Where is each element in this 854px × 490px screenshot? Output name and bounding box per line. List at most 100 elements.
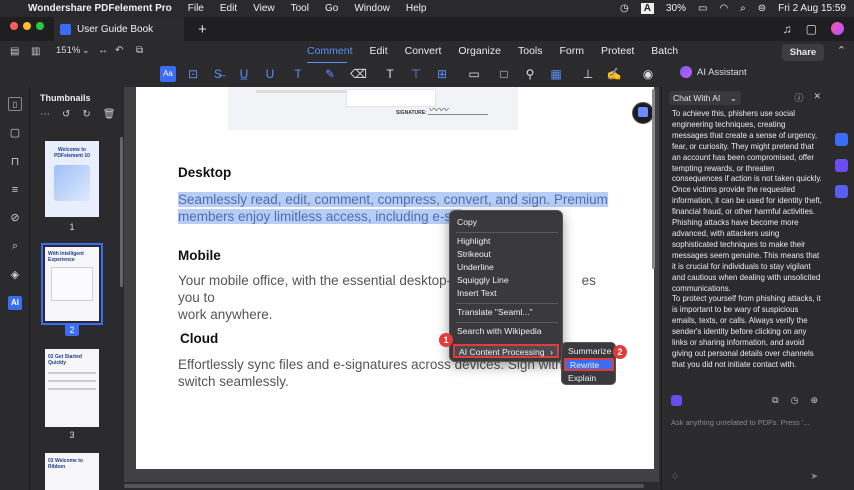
layers-list-icon[interactable]: ≡ [8, 183, 22, 197]
zoom-level[interactable]: 151% [56, 45, 80, 56]
rotate-left-icon[interactable]: ↺ [62, 109, 70, 120]
stamp-icon[interactable]: ⊥ [580, 66, 596, 82]
attachment-icon[interactable]: ⊘ [8, 211, 22, 225]
pin-icon[interactable]: ⚲ [522, 66, 538, 82]
chat-mode-select[interactable]: Chat With AI ⌄ [669, 91, 741, 105]
thumbnail-page-1[interactable]: Welcome to PDFelement 10 [45, 141, 99, 217]
history-icon[interactable]: ◷ [791, 395, 799, 406]
menu-view[interactable]: View [253, 3, 275, 14]
tab-convert[interactable]: Convert [405, 45, 442, 57]
page-view-icon[interactable]: ▥ [31, 46, 40, 57]
new-chat-icon[interactable]: ⊕ [810, 395, 818, 406]
eye-icon[interactable]: ◉ [640, 66, 656, 82]
shape-icon[interactable]: □ [496, 66, 512, 82]
area-highlight-icon[interactable]: ⊡ [185, 66, 201, 82]
spotlight-icon[interactable]: ⌕ [740, 3, 746, 14]
help-icon[interactable]: ⓘ [794, 91, 803, 104]
menu-help[interactable]: Help [406, 3, 427, 14]
copy-icon[interactable]: ⧉ [772, 395, 778, 406]
callout-icon[interactable]: ⊞ [434, 66, 450, 82]
zoom-window-button[interactable] [36, 22, 44, 30]
fit-width-icon[interactable]: ↔ [98, 45, 108, 56]
ai-sidebar-icon[interactable]: AI [8, 296, 22, 310]
menu-item-highlight[interactable]: Highlight [457, 235, 557, 247]
note-icon[interactable]: ▭ [466, 66, 482, 82]
menu-tool[interactable]: Tool [291, 3, 309, 14]
rotate-icon[interactable]: ↶ [115, 45, 123, 56]
horizontal-scrollbar[interactable] [124, 482, 659, 490]
zoom-dropdown-icon[interactable]: ⌄ [82, 45, 90, 56]
user-avatar[interactable] [831, 22, 844, 35]
tab-edit[interactable]: Edit [370, 45, 388, 57]
tab-organize[interactable]: Organize [458, 45, 501, 57]
delete-icon[interactable]: 🗑 [103, 109, 116, 120]
wifi-icon[interactable]: ◠ [719, 3, 728, 14]
menu-item-insert-text[interactable]: Insert Text [457, 287, 557, 299]
submenu-explain[interactable]: Explain [568, 372, 614, 384]
more-options-icon[interactable]: ⋯ [40, 109, 50, 120]
sidebar-toggle-icon[interactable]: ▤ [10, 46, 19, 57]
submenu-rewrite[interactable]: Rewrite [564, 358, 614, 371]
menu-window[interactable]: Window [354, 3, 390, 14]
ai-assistant-button[interactable]: AI Assistant [680, 66, 747, 78]
menu-item-wikipedia[interactable]: Search with Wikipedia [457, 325, 557, 337]
menu-edit[interactable]: Edit [220, 3, 237, 14]
share-button[interactable]: Share [782, 44, 824, 61]
comments-icon[interactable]: ▢ [8, 126, 22, 140]
document-viewport[interactable]: SIGNATURE: 〰〰 Desktop Seamlessly read, e… [124, 87, 659, 490]
measure-icon[interactable]: ▦ [548, 66, 564, 82]
layout-icon[interactable]: ▢ [806, 22, 817, 36]
squiggly-icon[interactable]: U [262, 66, 278, 82]
pdf-page[interactable]: SIGNATURE: 〰〰 Desktop Seamlessly read, e… [136, 87, 654, 469]
menu-item-strikeout[interactable]: Strikeout [457, 248, 557, 260]
minimize-window-button[interactable] [23, 22, 31, 30]
tab-batch[interactable]: Batch [651, 45, 678, 57]
menu-item-underline[interactable]: Underline [457, 261, 557, 273]
eraser-icon[interactable]: ⌫ [350, 66, 367, 82]
battery-icon[interactable]: ▭ [698, 3, 707, 14]
submenu-summarize[interactable]: Summarize [568, 345, 614, 357]
menu-go[interactable]: Go [325, 3, 338, 14]
bookmark-icon[interactable]: ⊓ [8, 155, 22, 169]
document-tab[interactable]: User Guide Book [54, 17, 184, 41]
notification-bell-icon[interactable]: ♫ [783, 22, 792, 36]
thumbnails-scrollbar[interactable] [120, 137, 123, 287]
layers-icon[interactable]: ◈ [8, 268, 22, 282]
search-icon[interactable]: ⌕ [8, 239, 22, 253]
bulb-icon[interactable]: ♢ [671, 471, 679, 482]
batch-dropdown-icon[interactable]: ⌄ [626, 45, 633, 54]
clock[interactable]: Fri 2 Aug 15:59 [778, 3, 846, 14]
tab-tools[interactable]: Tools [518, 45, 543, 57]
control-center-icon[interactable]: ⊜ [758, 3, 766, 14]
a-input-icon[interactable]: A [640, 3, 654, 14]
underline-icon[interactable]: U̲ [236, 66, 252, 82]
strikethrough-icon[interactable]: S̶ [210, 66, 226, 82]
new-tab-icon[interactable]: + [198, 21, 207, 38]
tab-comment[interactable]: Comment [307, 45, 353, 57]
menu-file[interactable]: File [188, 3, 204, 14]
menu-item-translate[interactable]: Translate "Seaml..." [457, 306, 557, 318]
insert-text-icon[interactable]: T [290, 66, 306, 82]
collapse-icon[interactable]: ⌃ [837, 44, 846, 57]
thumbnails-icon[interactable]: ▯ [8, 97, 22, 111]
typewriter-icon[interactable]: T [382, 66, 398, 82]
app-name[interactable]: Wondershare PDFelement Pro [28, 3, 172, 14]
close-icon[interactable]: ✕ [813, 91, 821, 104]
document-scrollbar[interactable] [652, 89, 655, 269]
signature-icon[interactable]: ✍ [606, 66, 622, 82]
menu-item-ai-content-processing[interactable]: AI Content Processing › [453, 344, 559, 358]
highlight-pen-icon[interactable]: ✎ [322, 66, 338, 82]
floating-ai-button[interactable] [632, 102, 654, 124]
ai-tools-icon[interactable] [835, 185, 848, 198]
discord-like-icon[interactable] [835, 133, 848, 146]
textbox-icon[interactable]: ⊤ [408, 66, 424, 82]
rotate-right-icon[interactable]: ↻ [82, 109, 90, 120]
page-tools-icon[interactable]: ⧉ [136, 45, 143, 56]
thumbnail-page-2[interactable]: With Intelligent Experience [41, 243, 103, 325]
thumbnail-page-4[interactable]: 03 Welcome to Ribbon [45, 453, 99, 490]
menu-item-copy[interactable]: Copy [457, 216, 557, 228]
chat-input[interactable]: Ask anything unrelated to PDFs. Press '.… [671, 418, 810, 427]
tasks-icon[interactable] [835, 159, 848, 172]
time-machine-icon[interactable]: ◷ [620, 3, 629, 14]
text-markup-icon[interactable]: Aa [160, 66, 176, 82]
